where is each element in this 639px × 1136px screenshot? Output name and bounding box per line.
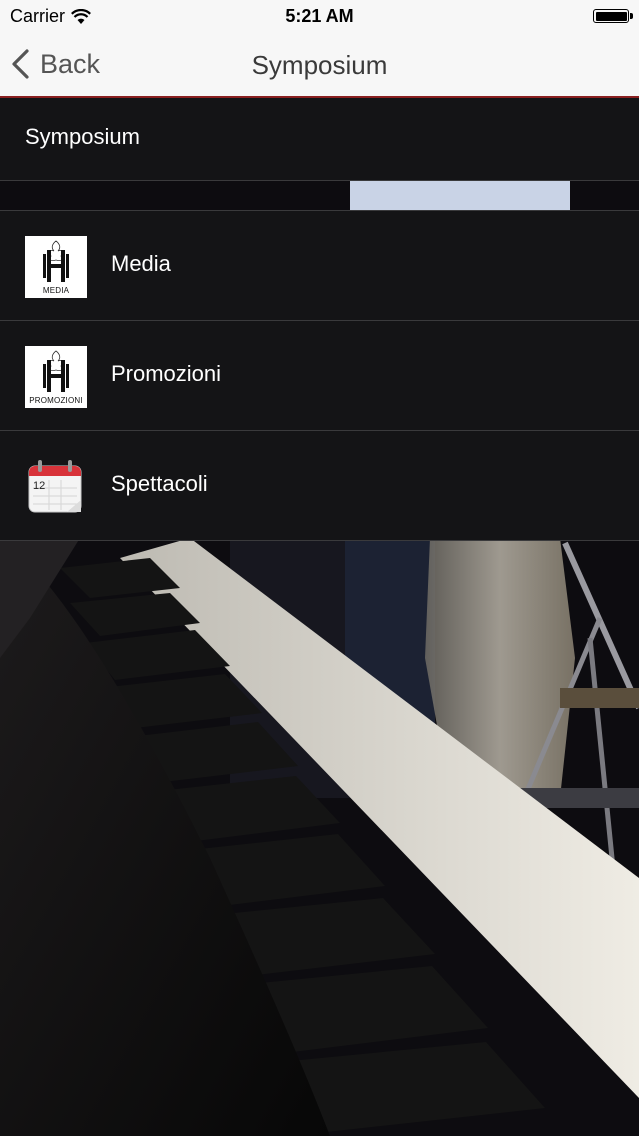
battery-icon (593, 9, 633, 23)
nav-title: Symposium (251, 50, 388, 80)
app-screen: Carrier 5:21 AM Back Symposium Symposium (0, 0, 639, 1136)
promozioni-logo-icon: PROMOZIONI (25, 346, 87, 408)
menu-item-spettacoli[interactable]: 12 Spettacoli (0, 431, 639, 541)
menu-list: MEDIA Media PROMOZIONI Promozioni 12 Spe… (0, 210, 639, 541)
media-logo-icon: MEDIA (25, 236, 87, 298)
media-logo-caption: MEDIA (42, 286, 70, 295)
promozioni-logo-caption: PROMOZIONI (29, 396, 83, 405)
section-header: Symposium (0, 98, 639, 181)
menu-item-label: Promozioni (111, 361, 222, 386)
menu-item-label: Spettacoli (111, 471, 208, 496)
calendar-icon: 12 (25, 456, 87, 518)
section-title: Symposium (25, 124, 140, 149)
calendar-day: 12 (33, 480, 46, 492)
menu-item-label: Media (111, 251, 171, 276)
menu-item-media[interactable]: MEDIA Media (0, 211, 639, 321)
navigation-bar: Back Symposium (0, 32, 639, 98)
status-bar: Carrier 5:21 AM (0, 0, 639, 32)
menu-item-promozioni[interactable]: PROMOZIONI Promozioni (0, 321, 639, 431)
status-time: 5:21 AM (285, 6, 354, 26)
